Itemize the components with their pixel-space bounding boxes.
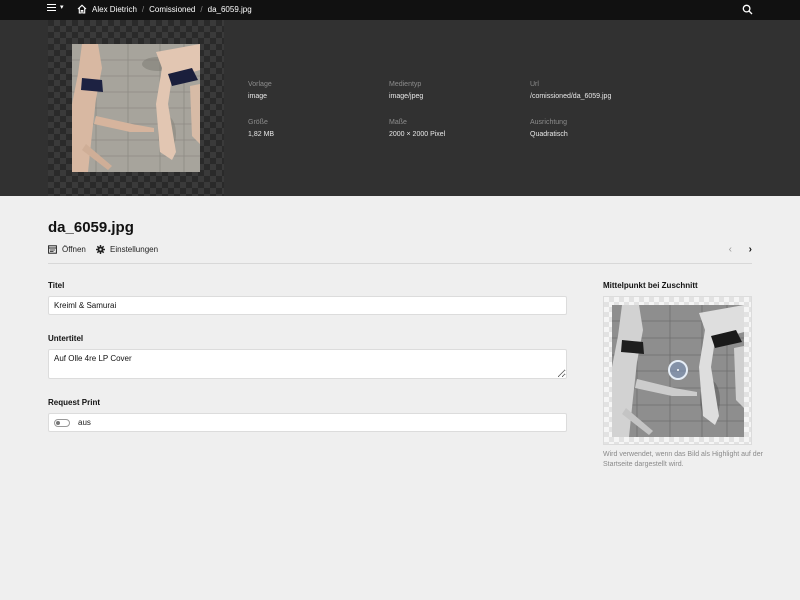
meta-dimensions: Maße 2000 × 2000 Pixel — [389, 117, 530, 141]
meta-value: Quadratisch — [530, 131, 568, 138]
meta-value: image/jpeg — [389, 93, 424, 100]
image-preview[interactable] — [48, 20, 224, 196]
meta-size: Größe 1,82 MB — [248, 117, 389, 141]
focus-point-handle[interactable] — [668, 360, 688, 380]
breadcrumb-separator: / — [141, 4, 145, 14]
chevron-right-icon[interactable]: › — [749, 244, 752, 255]
meta-value: image — [248, 93, 268, 100]
meta-label: Ausrichtung — [530, 119, 567, 126]
gear-icon — [96, 245, 105, 254]
window-icon — [48, 245, 57, 254]
open-button[interactable]: Öffnen — [48, 245, 86, 254]
meta-label: Url — [530, 81, 539, 88]
file-toolbar: Öffnen Einstellungen ‹ › — [48, 244, 752, 264]
meta-label: Vorlage — [248, 81, 272, 88]
settings-button[interactable]: Einstellungen — [96, 245, 158, 254]
title-label: Titel — [48, 281, 65, 290]
page-title: da_6059.jpg — [48, 219, 134, 236]
breadcrumb: Alex Dietrich / Comissioned / da_6059.jp… — [77, 4, 252, 14]
request-print-toggle[interactable]: aus — [48, 413, 567, 432]
home-icon[interactable] — [77, 4, 87, 14]
breadcrumb-item-folder[interactable]: Comissioned — [149, 5, 195, 14]
top-bar: ▾ Alex Dietrich / Comissioned / da_6059.… — [0, 0, 800, 20]
breadcrumb-separator: / — [200, 4, 203, 14]
open-label: Öffnen — [62, 245, 86, 254]
subtitle-textarea[interactable]: Auf Olle 4re LP Cover — [48, 349, 567, 379]
breadcrumb-item-user[interactable]: Alex Dietrich — [92, 5, 137, 14]
meta-mediatype: Medientyp image/jpeg — [389, 79, 530, 103]
meta-value: 1,82 MB — [248, 131, 275, 138]
file-header: Vorlage image Medientyp image/jpeg Url /… — [0, 20, 800, 196]
settings-label: Einstellungen — [110, 245, 159, 254]
menu-button[interactable]: ▾ — [47, 4, 64, 11]
chevron-down-icon: ▾ — [60, 4, 64, 11]
meta-value: 2000 × 2000 Pixel — [389, 131, 446, 138]
meta-url: Url /comissioned/da_6059.jpg — [530, 79, 690, 103]
title-input[interactable] — [48, 296, 567, 315]
meta-label: Größe — [248, 119, 268, 126]
focus-label: Mittelpunkt bei Zuschnitt — [603, 281, 698, 290]
meta-label: Maße — [389, 119, 407, 126]
focus-picker[interactable] — [603, 296, 752, 445]
search-icon[interactable] — [742, 4, 753, 15]
meta-template: Vorlage image — [248, 79, 389, 103]
chevron-left-icon[interactable]: ‹ — [729, 244, 732, 255]
toggle-state: aus — [78, 418, 91, 427]
meta-orientation: Ausrichtung Quadratisch — [530, 117, 690, 141]
subtitle-label: Untertitel — [48, 334, 84, 343]
photo-thumbnail — [72, 44, 200, 172]
request-print-label: Request Print — [48, 398, 101, 407]
file-metadata: Vorlage image Medientyp image/jpeg Url /… — [248, 79, 768, 141]
meta-label: Medientyp — [389, 81, 422, 88]
hamburger-icon — [47, 4, 56, 11]
focus-help-text: Wird verwendet, wenn das Bild als Highli… — [603, 451, 763, 468]
breadcrumb-item-file[interactable]: da_6059.jpg — [208, 5, 252, 14]
meta-value[interactable]: /comissioned/da_6059.jpg — [530, 91, 690, 103]
toggle-switch[interactable] — [54, 418, 70, 427]
